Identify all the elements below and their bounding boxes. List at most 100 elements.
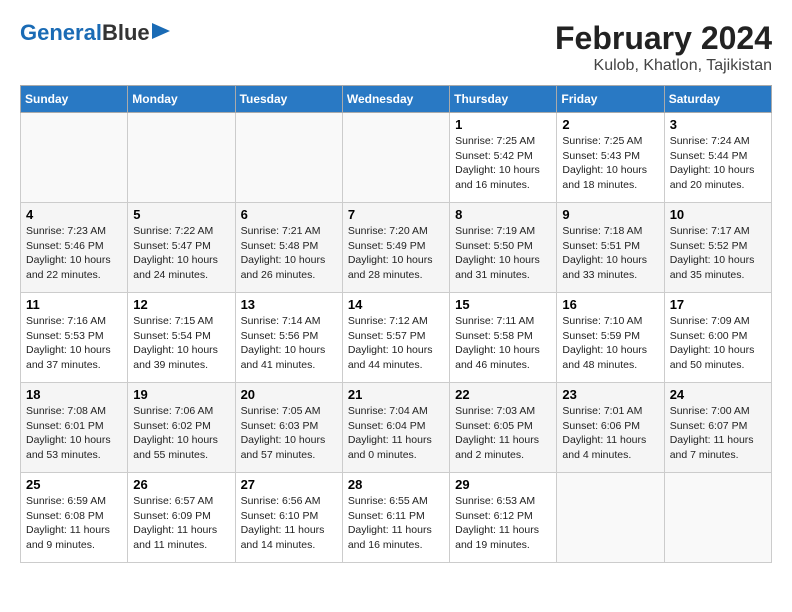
calendar-cell: 24 Sunrise: 7:00 AM Sunset: 6:07 PM Dayli… [664,383,771,473]
day-detail: Sunrise: 7:25 AM Sunset: 5:42 PM Dayligh… [455,134,551,193]
calendar-cell [342,113,449,203]
day-number: 9 [562,207,658,222]
day-number: 10 [670,207,766,222]
calendar-body: 1 Sunrise: 7:25 AM Sunset: 5:42 PM Daylig… [21,113,772,563]
calendar-cell: 1 Sunrise: 7:25 AM Sunset: 5:42 PM Daylig… [450,113,557,203]
day-number: 29 [455,477,551,492]
calendar-cell: 9 Sunrise: 7:18 AM Sunset: 5:51 PM Daylig… [557,203,664,293]
logo-text: GeneralBlue [20,20,150,46]
day-detail: Sunrise: 6:56 AM Sunset: 6:10 PM Dayligh… [241,494,337,553]
day-detail: Sunrise: 7:25 AM Sunset: 5:43 PM Dayligh… [562,134,658,193]
day-detail: Sunrise: 6:55 AM Sunset: 6:11 PM Dayligh… [348,494,444,553]
weekday-header: Sunday [21,86,128,113]
calendar-cell [21,113,128,203]
day-number: 21 [348,387,444,402]
calendar-cell: 6 Sunrise: 7:21 AM Sunset: 5:48 PM Daylig… [235,203,342,293]
calendar-cell: 15 Sunrise: 7:11 AM Sunset: 5:58 PM Dayli… [450,293,557,383]
day-detail: Sunrise: 7:18 AM Sunset: 5:51 PM Dayligh… [562,224,658,283]
calendar-cell: 17 Sunrise: 7:09 AM Sunset: 6:00 PM Dayli… [664,293,771,383]
day-detail: Sunrise: 7:14 AM Sunset: 5:56 PM Dayligh… [241,314,337,373]
calendar-cell: 22Sunrise: 7:03 AM Sunset: 6:05 PM Dayli… [450,383,557,473]
page-subtitle: Kulob, Khatlon, Tajikistan [555,57,772,75]
day-number: 12 [133,297,229,312]
calendar-week-row: 4 Sunrise: 7:23 AM Sunset: 5:46 PM Daylig… [21,203,772,293]
logo-arrow-icon [152,23,170,39]
day-detail: Sunrise: 7:00 AM Sunset: 6:07 PM Dayligh… [670,404,766,463]
day-number: 13 [241,297,337,312]
day-number: 22 [455,387,551,402]
calendar-cell: 28 Sunrise: 6:55 AM Sunset: 6:11 PM Dayli… [342,473,449,563]
calendar-cell: 3 Sunrise: 7:24 AM Sunset: 5:44 PM Daylig… [664,113,771,203]
calendar-cell: 5Sunrise: 7:22 AM Sunset: 5:47 PM Daylig… [128,203,235,293]
day-number: 1 [455,117,551,132]
day-number: 16 [562,297,658,312]
page-title: February 2024 [555,20,772,57]
day-number: 27 [241,477,337,492]
day-detail: Sunrise: 7:12 AM Sunset: 5:57 PM Dayligh… [348,314,444,373]
day-number: 25 [26,477,122,492]
day-detail: Sunrise: 7:06 AM Sunset: 6:02 PM Dayligh… [133,404,229,463]
day-detail: Sunrise: 7:05 AM Sunset: 6:03 PM Dayligh… [241,404,337,463]
day-detail: Sunrise: 6:57 AM Sunset: 6:09 PM Dayligh… [133,494,229,553]
calendar-cell: 27 Sunrise: 6:56 AM Sunset: 6:10 PM Dayli… [235,473,342,563]
day-number: 4 [26,207,122,222]
day-detail: Sunrise: 7:09 AM Sunset: 6:00 PM Dayligh… [670,314,766,373]
calendar-cell: 2Sunrise: 7:25 AM Sunset: 5:43 PM Daylig… [557,113,664,203]
day-detail: Sunrise: 7:16 AM Sunset: 5:53 PM Dayligh… [26,314,122,373]
day-number: 19 [133,387,229,402]
calendar-cell: 23 Sunrise: 7:01 AM Sunset: 6:06 PM Dayli… [557,383,664,473]
weekday-header: Thursday [450,86,557,113]
calendar-cell: 26Sunrise: 6:57 AM Sunset: 6:09 PM Dayli… [128,473,235,563]
day-detail: Sunrise: 7:11 AM Sunset: 5:58 PM Dayligh… [455,314,551,373]
day-number: 6 [241,207,337,222]
day-detail: Sunrise: 7:04 AM Sunset: 6:04 PM Dayligh… [348,404,444,463]
day-detail: Sunrise: 6:59 AM Sunset: 6:08 PM Dayligh… [26,494,122,553]
day-detail: Sunrise: 7:17 AM Sunset: 5:52 PM Dayligh… [670,224,766,283]
day-number: 18 [26,387,122,402]
calendar-cell: 18 Sunrise: 7:08 AM Sunset: 6:01 PM Dayli… [21,383,128,473]
day-number: 14 [348,297,444,312]
calendar-week-row: 11 Sunrise: 7:16 AM Sunset: 5:53 PM Dayli… [21,293,772,383]
weekday-header: Wednesday [342,86,449,113]
day-number: 8 [455,207,551,222]
weekday-header: Friday [557,86,664,113]
day-number: 11 [26,297,122,312]
day-detail: Sunrise: 6:53 AM Sunset: 6:12 PM Dayligh… [455,494,551,553]
weekday-header: Monday [128,86,235,113]
calendar-cell: 25 Sunrise: 6:59 AM Sunset: 6:08 PM Dayli… [21,473,128,563]
day-number: 17 [670,297,766,312]
calendar-cell: 14 Sunrise: 7:12 AM Sunset: 5:57 PM Dayli… [342,293,449,383]
calendar-week-row: 18 Sunrise: 7:08 AM Sunset: 6:01 PM Dayli… [21,383,772,473]
calendar-cell [557,473,664,563]
day-number: 24 [670,387,766,402]
day-number: 28 [348,477,444,492]
day-detail: Sunrise: 7:19 AM Sunset: 5:50 PM Dayligh… [455,224,551,283]
day-number: 20 [241,387,337,402]
day-detail: Sunrise: 7:08 AM Sunset: 6:01 PM Dayligh… [26,404,122,463]
day-number: 23 [562,387,658,402]
day-number: 3 [670,117,766,132]
calendar-cell [128,113,235,203]
calendar-cell: 4 Sunrise: 7:23 AM Sunset: 5:46 PM Daylig… [21,203,128,293]
day-detail: Sunrise: 7:23 AM Sunset: 5:46 PM Dayligh… [26,224,122,283]
calendar-cell [235,113,342,203]
day-detail: Sunrise: 7:21 AM Sunset: 5:48 PM Dayligh… [241,224,337,283]
day-number: 7 [348,207,444,222]
calendar-cell: 19 Sunrise: 7:06 AM Sunset: 6:02 PM Dayli… [128,383,235,473]
day-detail: Sunrise: 7:01 AM Sunset: 6:06 PM Dayligh… [562,404,658,463]
calendar-cell: 21 Sunrise: 7:04 AM Sunset: 6:04 PM Dayli… [342,383,449,473]
calendar-cell: 12 Sunrise: 7:15 AM Sunset: 5:54 PM Dayli… [128,293,235,383]
header: GeneralBlue February 2024 Kulob, Khatlon… [20,20,772,75]
calendar-cell: 16Sunrise: 7:10 AM Sunset: 5:59 PM Dayli… [557,293,664,383]
calendar-cell: 13 Sunrise: 7:14 AM Sunset: 5:56 PM Dayli… [235,293,342,383]
day-number: 15 [455,297,551,312]
day-detail: Sunrise: 7:15 AM Sunset: 5:54 PM Dayligh… [133,314,229,373]
calendar-cell: 7Sunrise: 7:20 AM Sunset: 5:49 PM Daylig… [342,203,449,293]
weekday-header: Saturday [664,86,771,113]
calendar-week-row: 25 Sunrise: 6:59 AM Sunset: 6:08 PM Dayli… [21,473,772,563]
calendar-cell: 10 Sunrise: 7:17 AM Sunset: 5:52 PM Dayli… [664,203,771,293]
logo: GeneralBlue [20,20,170,46]
calendar-cell: 29 Sunrise: 6:53 AM Sunset: 6:12 PM Dayli… [450,473,557,563]
calendar-cell: 8 Sunrise: 7:19 AM Sunset: 5:50 PM Daylig… [450,203,557,293]
day-detail: Sunrise: 7:24 AM Sunset: 5:44 PM Dayligh… [670,134,766,193]
